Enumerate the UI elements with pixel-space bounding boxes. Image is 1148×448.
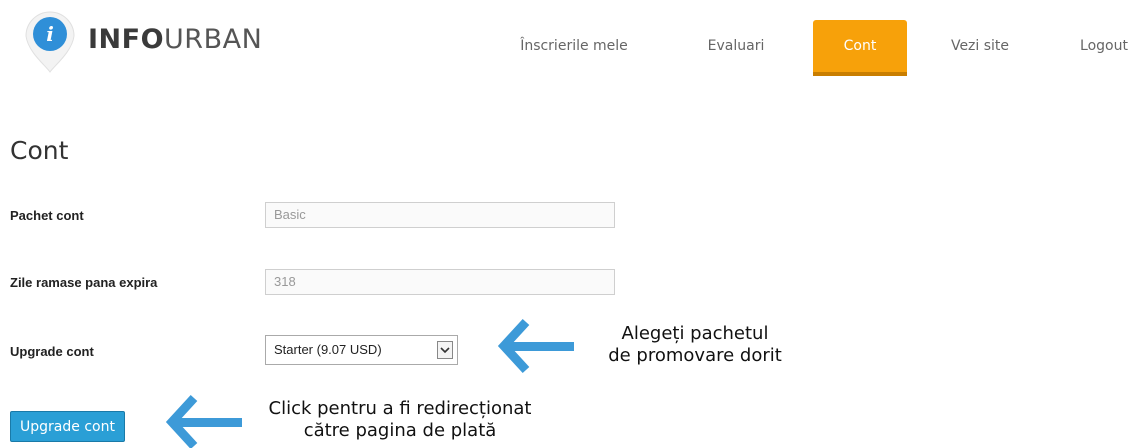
info-pin-logo-icon: i: [25, 11, 75, 73]
button-hint-line1: Click pentru a fi redirecționat: [268, 398, 532, 419]
logo-letter: i: [46, 22, 54, 46]
days-left-field[interactable]: 318: [265, 269, 615, 295]
nav-item-evaluari[interactable]: Evaluari: [686, 20, 786, 72]
left-arrow-icon: [166, 394, 242, 448]
left-arrow-icon: [498, 318, 574, 374]
package-field[interactable]: Basic: [265, 202, 615, 228]
nav-item-logout[interactable]: Logout: [1062, 20, 1146, 72]
brand-name-bold: INFO: [88, 24, 165, 55]
button-hint-line2: către pagina de plată: [303, 420, 497, 441]
package-label: Pachet cont: [10, 208, 84, 223]
select-hint: Alegeți pachetul de promovare dorit: [600, 323, 790, 367]
upgrade-select-value: Starter (9.07 USD): [274, 342, 382, 357]
upgrade-button[interactable]: Upgrade cont: [10, 411, 125, 442]
brand-name-light: URBAN: [164, 24, 263, 55]
page-title: Cont: [10, 136, 69, 165]
brand-name: INFOURBAN: [88, 24, 262, 55]
nav-item-cont[interactable]: Cont: [813, 20, 907, 76]
logo[interactable]: i INFOURBAN: [22, 6, 282, 78]
nav-item-vezi-site[interactable]: Vezi site: [930, 20, 1030, 72]
button-hint: Click pentru a fi redirecționat către pa…: [255, 398, 545, 442]
chevron-down-icon[interactable]: [437, 341, 453, 359]
select-hint-line2: de promovare dorit: [608, 345, 782, 366]
nav-item-inscrierile[interactable]: Înscrierile mele: [500, 20, 648, 72]
days-left-label: Zile ramase pana expira: [10, 275, 158, 290]
upgrade-select[interactable]: Starter (9.07 USD): [265, 335, 458, 365]
upgrade-label: Upgrade cont: [10, 344, 94, 359]
select-hint-line1: Alegeți pachetul: [621, 323, 769, 344]
